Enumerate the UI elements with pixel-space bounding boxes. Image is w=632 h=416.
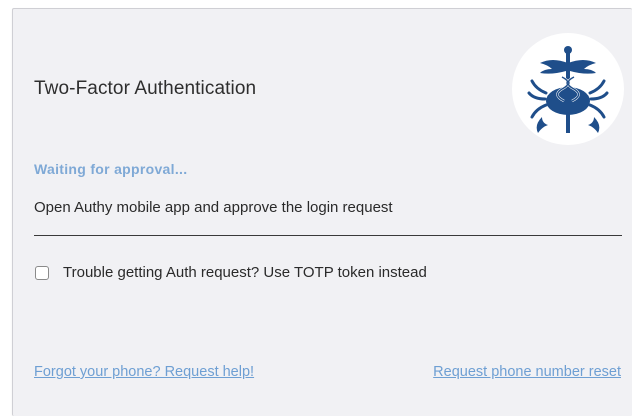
instruction-text: Open Authy mobile app and approve the lo… xyxy=(34,199,393,216)
totp-option[interactable]: Trouble getting Auth request? Use TOTP t… xyxy=(35,264,427,281)
two-factor-dialog: Two-Factor Authentication Waiting for ap… xyxy=(12,8,632,416)
dialog-title: Two-Factor Authentication xyxy=(34,78,257,99)
caduceus-crab-logo-icon xyxy=(512,33,624,145)
forgot-phone-link[interactable]: Forgot your phone? Request help! xyxy=(34,364,254,380)
divider xyxy=(34,235,622,236)
reset-phone-link[interactable]: Request phone number reset xyxy=(433,364,621,380)
waiting-status: Waiting for approval... xyxy=(34,161,188,177)
totp-checkbox-label[interactable]: Trouble getting Auth request? Use TOTP t… xyxy=(63,264,427,281)
totp-checkbox[interactable] xyxy=(35,265,49,280)
